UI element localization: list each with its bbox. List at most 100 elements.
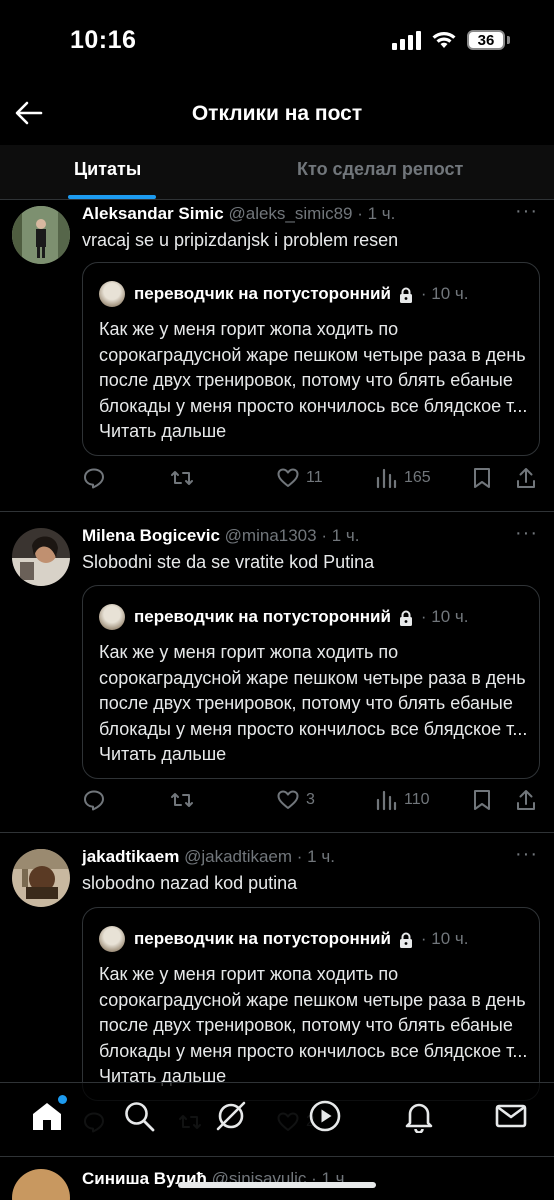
- quoted-post-time: · 10 ч.: [420, 284, 469, 303]
- notification-dot: [58, 1095, 67, 1104]
- play-icon: [309, 1100, 341, 1132]
- share-button[interactable]: [514, 788, 538, 812]
- nav-home[interactable]: [30, 1095, 67, 1133]
- more-options-button[interactable]: ···: [515, 200, 538, 223]
- views-button[interactable]: 165: [374, 466, 431, 490]
- bookmark-icon: [474, 790, 490, 810]
- like-button[interactable]: 3: [276, 788, 315, 812]
- like-icon: [277, 468, 299, 487]
- battery-level: 36: [467, 30, 505, 50]
- tweet[interactable]: Синиша Вулић @sinisavulic · 1 ч.: [0, 1157, 554, 1200]
- mail-icon: [495, 1104, 527, 1128]
- avatar[interactable]: [12, 849, 70, 907]
- status-bar: 10:16 36: [0, 0, 554, 84]
- quoted-post-header: переводчик на потусторонний · 10 ч.: [99, 926, 469, 952]
- quoted-post-header: переводчик на потусторонний · 10 ч.: [99, 281, 469, 307]
- reply-icon: [84, 790, 104, 811]
- tweet-text: slobodno nazad kod putina: [82, 873, 298, 893]
- like-count: 3: [306, 791, 315, 808]
- battery-icon: 36: [467, 30, 510, 50]
- avatar[interactable]: [12, 206, 70, 264]
- repost-button[interactable]: [170, 466, 194, 490]
- views-count: 110: [404, 791, 430, 808]
- quoted-post-header: переводчик на потусторонний · 10 ч.: [99, 604, 469, 630]
- home-indicator: [178, 1182, 376, 1188]
- nav-search[interactable]: [122, 1099, 156, 1133]
- repost-icon: [171, 471, 193, 485]
- views-button[interactable]: 110: [374, 788, 430, 812]
- tweet-header: jakadtikaem @jakadtikaem · 1 ч.: [82, 847, 335, 867]
- share-icon: [517, 790, 535, 810]
- tweet-text: Slobodni ste da se vratite kod Putina: [82, 552, 375, 572]
- like-count: 11: [306, 469, 323, 486]
- more-options-button[interactable]: ···: [515, 522, 538, 545]
- tab-quotes[interactable]: Цитаты: [74, 159, 141, 180]
- views-icon: [376, 468, 397, 489]
- tweet-actions: 3 110: [82, 788, 540, 818]
- tweet-text: vracaj se u pripizdanjsk i problem resen: [82, 230, 399, 250]
- quoted-author-name: переводчик на потусторонний: [134, 284, 391, 303]
- read-more-link[interactable]: Читать дальше: [99, 421, 226, 441]
- status-icons: 36: [392, 30, 510, 50]
- quoted-post-time: · 10 ч.: [420, 607, 469, 626]
- nav-notifications[interactable]: [402, 1099, 436, 1134]
- header: Отклики на пост: [0, 90, 554, 140]
- quoted-post-text: Как же у меня горит жопа ходить по сорок…: [99, 642, 528, 764]
- read-more-link[interactable]: Читать дальше: [99, 744, 226, 764]
- wifi-icon: [432, 32, 456, 48]
- bottom-navigation: [0, 1082, 554, 1150]
- avatar: [99, 281, 125, 307]
- author-handle[interactable]: @aleks_simic89 · 1 ч.: [228, 204, 395, 223]
- lock-icon: [399, 610, 412, 626]
- quoted-post-text: Как же у меня горит жопа ходить по сорок…: [99, 964, 528, 1086]
- reply-button[interactable]: [82, 788, 106, 812]
- like-icon: [277, 790, 299, 809]
- quoted-post-time: · 10 ч.: [420, 929, 469, 948]
- quoted-author-name: переводчик на потусторонний: [134, 607, 391, 626]
- views-count: 165: [404, 469, 431, 486]
- nav-messages[interactable]: [494, 1099, 528, 1133]
- tweet-actions: 11 165: [82, 466, 540, 496]
- quoted-author-name: переводчик на потусторонний: [134, 929, 391, 948]
- tweet[interactable]: Milena Bogicevic @mina1303 · 1 ч. ··· Sl…: [0, 512, 554, 833]
- repost-icon: [171, 793, 193, 807]
- quoted-post-text: Как же у меня горит жопа ходить по сорок…: [99, 319, 528, 441]
- author-name[interactable]: Aleksandar Simic: [82, 204, 224, 223]
- status-time: 10:16: [70, 26, 137, 54]
- tweet[interactable]: Aleksandar Simic @aleks_simic89 · 1 ч. ·…: [0, 200, 554, 512]
- tab-active-indicator: [68, 195, 156, 199]
- author-name[interactable]: Milena Bogicevic: [82, 526, 220, 545]
- nav-grok[interactable]: [214, 1099, 248, 1133]
- tab-reposts[interactable]: Кто сделал репост: [297, 159, 463, 180]
- more-options-button[interactable]: ···: [515, 843, 538, 866]
- repost-button[interactable]: [170, 788, 194, 812]
- avatar[interactable]: [12, 528, 70, 586]
- signal-icon: [392, 30, 421, 50]
- bookmark-icon: [474, 468, 490, 488]
- tweet-header: Aleksandar Simic @aleks_simic89 · 1 ч.: [82, 204, 395, 224]
- views-icon: [376, 790, 397, 811]
- bookmark-button[interactable]: [470, 466, 494, 490]
- tweet-header: Milena Bogicevic @mina1303 · 1 ч.: [82, 526, 359, 546]
- nav-video[interactable]: [308, 1099, 342, 1133]
- author-handle[interactable]: @jakadtikaem · 1 ч.: [184, 847, 335, 866]
- bookmark-button[interactable]: [470, 788, 494, 812]
- reply-button[interactable]: [82, 466, 106, 490]
- like-button[interactable]: 11: [276, 466, 323, 490]
- search-icon: [125, 1102, 155, 1132]
- author-name[interactable]: jakadtikaem: [82, 847, 179, 866]
- tab-bar: Цитаты Кто сделал репост: [0, 145, 554, 200]
- quoted-post[interactable]: переводчик на потусторонний · 10 ч. Как …: [82, 907, 540, 1101]
- avatar: [99, 926, 125, 952]
- reply-icon: [84, 468, 104, 489]
- grok-icon: [216, 1101, 246, 1131]
- quoted-post[interactable]: переводчик на потусторонний · 10 ч. Как …: [82, 585, 540, 779]
- avatar[interactable]: [12, 1169, 70, 1200]
- quoted-post[interactable]: переводчик на потусторонний · 10 ч. Как …: [82, 262, 540, 456]
- home-icon: [33, 1103, 61, 1130]
- bell-icon: [405, 1103, 433, 1134]
- lock-icon: [399, 932, 412, 948]
- share-button[interactable]: [514, 466, 538, 490]
- lock-icon: [399, 287, 412, 303]
- author-handle[interactable]: @mina1303 · 1 ч.: [225, 526, 360, 545]
